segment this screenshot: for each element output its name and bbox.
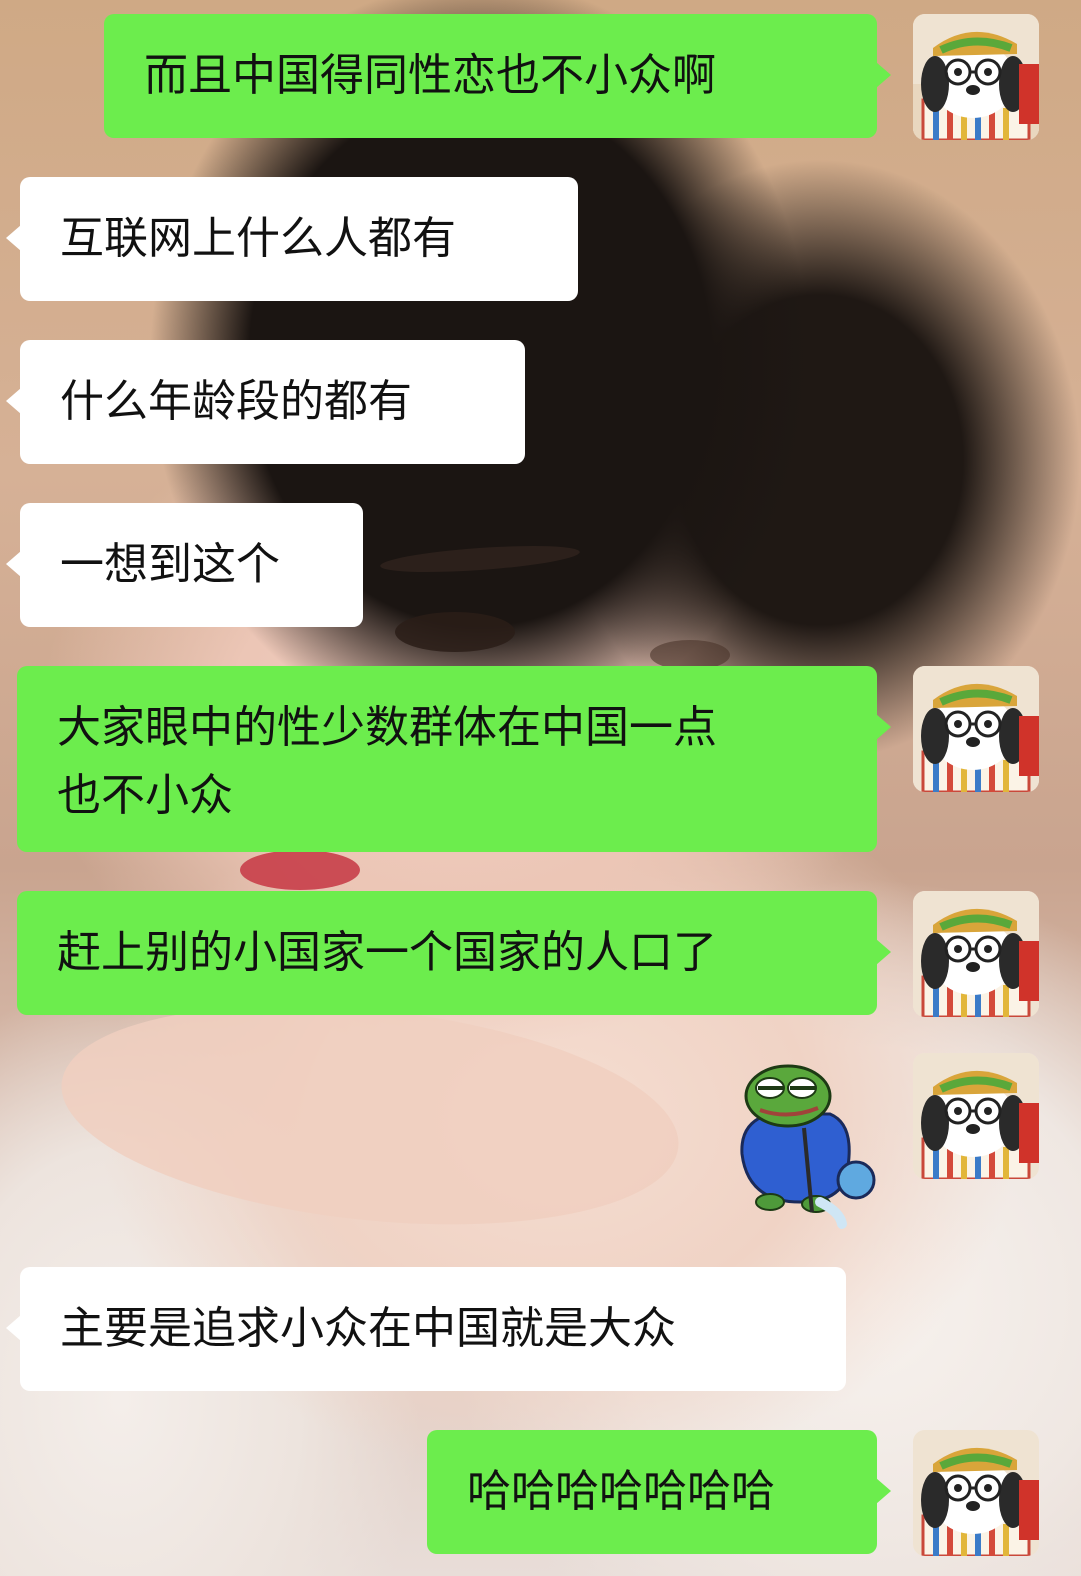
cartoon-dog-avatar-icon <box>913 1430 1039 1556</box>
pepe-frog-sticker-icon <box>740 1064 876 1229</box>
self-avatar[interactable] <box>913 666 1039 792</box>
sent-message-bubble[interactable]: 大家眼中的性少数群体在中国一点 也不小众 <box>17 666 891 852</box>
sent-message-bubble[interactable]: 哈哈哈哈哈哈哈 <box>427 1430 891 1554</box>
message-text: 哈哈哈哈哈哈哈 <box>467 1466 775 1517</box>
cartoon-dog-avatar-icon <box>913 666 1039 792</box>
chat-message-list[interactable]: 而且中国得同性恋也不小众啊 互联网上什么人都有 什么年龄段的都有 一想到这个 大… <box>0 0 1081 1576</box>
message-text: 什么年龄段的都有 <box>60 376 412 427</box>
cartoon-dog-avatar-icon <box>913 891 1039 1017</box>
message-text: 主要是追求小众在中国就是大众 <box>60 1303 676 1354</box>
received-message-bubble[interactable]: 主要是追求小众在中国就是大众 <box>6 1267 846 1391</box>
message-text-line: 也不小众 <box>57 770 233 821</box>
pepe-frog-sticker[interactable] <box>730 1062 880 1230</box>
cartoon-dog-avatar-icon <box>913 14 1039 140</box>
received-message-bubble[interactable]: 互联网上什么人都有 <box>6 177 578 301</box>
received-message-bubble[interactable]: 什么年龄段的都有 <box>6 340 525 464</box>
sent-message-bubble[interactable]: 赶上别的小国家一个国家的人口了 <box>17 891 891 1015</box>
message-text: 一想到这个 <box>60 539 280 590</box>
message-text-line: 大家眼中的性少数群体在中国一点 <box>57 702 717 753</box>
sent-message-bubble[interactable]: 而且中国得同性恋也不小众啊 <box>104 14 891 138</box>
self-avatar[interactable] <box>913 14 1039 140</box>
message-text: 互联网上什么人都有 <box>60 213 456 264</box>
cartoon-dog-avatar-icon <box>913 1053 1039 1179</box>
message-text: 赶上别的小国家一个国家的人口了 <box>57 927 717 978</box>
self-avatar[interactable] <box>913 1053 1039 1179</box>
message-text: 而且中国得同性恋也不小众啊 <box>144 50 716 101</box>
self-avatar[interactable] <box>913 1430 1039 1556</box>
self-avatar[interactable] <box>913 891 1039 1017</box>
received-message-bubble[interactable]: 一想到这个 <box>6 503 363 627</box>
